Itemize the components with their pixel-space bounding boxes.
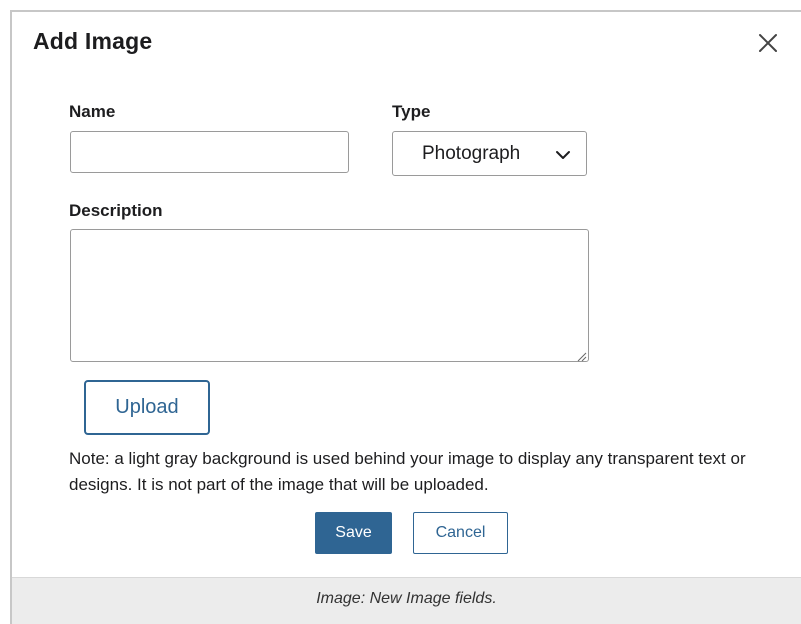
upload-note: Note: a light gray background is used be… [69, 449, 746, 494]
close-icon[interactable] [755, 30, 781, 56]
image-caption: Image: New Image fields. [316, 590, 497, 607]
type-select-value: Photograph [422, 143, 521, 164]
cancel-button[interactable]: Cancel [413, 512, 508, 554]
description-textarea[interactable] [70, 229, 589, 362]
resize-grip-icon[interactable] [576, 349, 587, 362]
upload-button[interactable]: Upload [84, 380, 210, 435]
save-button[interactable]: Save [315, 512, 392, 554]
name-input[interactable] [70, 131, 349, 173]
chevron-down-icon [555, 148, 571, 160]
dialog-title: Add Image [33, 28, 153, 54]
type-label: Type [392, 102, 431, 121]
name-label: Name [69, 102, 116, 121]
type-select[interactable]: Photograph [392, 131, 587, 176]
caption-bar: Image: New Image fields. [12, 577, 801, 624]
description-label: Description [69, 201, 163, 220]
